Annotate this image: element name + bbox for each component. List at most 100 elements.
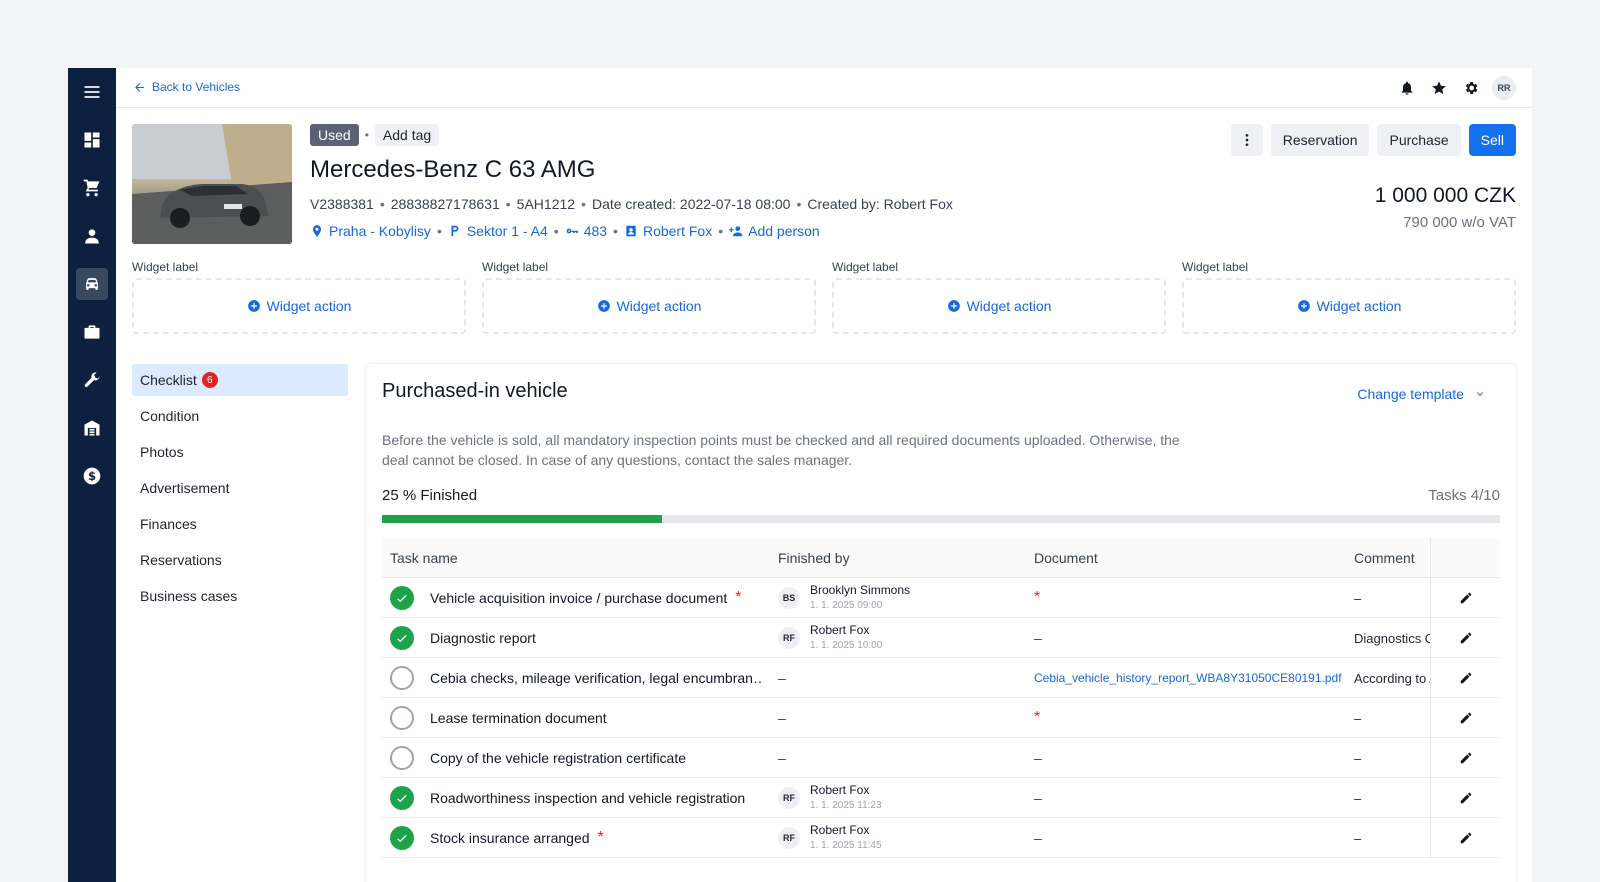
chevron-down-icon — [1477, 392, 1483, 396]
task-name-cell: Roadworthiness inspection and vehicle re… — [430, 778, 762, 818]
nav-item-checklist[interactable]: Checklist 6 — [132, 364, 348, 396]
header-finished-by[interactable]: Finished by — [778, 550, 850, 566]
check-empty-icon[interactable] — [390, 666, 414, 690]
plus-circle-icon — [1297, 300, 1310, 312]
warehouse-icon[interactable] — [76, 412, 108, 444]
check-done-icon[interactable] — [390, 626, 414, 650]
edit-button[interactable] — [1430, 778, 1500, 818]
widget-action-label: Widget action — [1316, 298, 1402, 314]
table-row[interactable]: Roadworthiness inspection and vehicle re… — [382, 778, 1500, 818]
table-row[interactable]: Lease termination document – * – — [382, 698, 1500, 738]
task-status — [390, 618, 416, 658]
vehicle-section-nav: Checklist 6 Condition Photos Advertiseme… — [132, 364, 348, 616]
sell-button[interactable]: Sell — [1468, 124, 1516, 156]
header-task-name[interactable]: Task name — [390, 550, 458, 566]
document-required-asterisk[interactable]: * — [1034, 709, 1040, 727]
purchase-button[interactable]: Purchase — [1377, 124, 1461, 156]
change-template-button[interactable]: Change template — [1357, 386, 1486, 402]
add-tag-button[interactable]: Add tag — [374, 124, 440, 146]
widget-action-button[interactable]: Widget action — [132, 278, 466, 334]
task-name: Lease termination document — [430, 710, 607, 726]
widget: Widget label Widget action — [132, 260, 466, 334]
vehicle-id: V2388381 — [310, 196, 374, 212]
widget-action-label: Widget action — [966, 298, 1052, 314]
edit-button[interactable] — [1430, 618, 1500, 658]
key-link[interactable]: 483 — [565, 223, 607, 239]
task-status — [390, 778, 416, 818]
nav-item-condition[interactable]: Condition — [132, 400, 348, 432]
bell-icon[interactable] — [1396, 77, 1418, 99]
document-cell: – — [1034, 818, 1346, 858]
check-empty-icon[interactable] — [390, 746, 414, 770]
gear-icon[interactable] — [1460, 77, 1482, 99]
table-row[interactable]: Copy of the vehicle registration certifi… — [382, 738, 1500, 778]
vehicle-date-created: Date created: 2022-07-18 08:00 — [591, 196, 791, 212]
cart-icon[interactable] — [76, 172, 108, 204]
table-row[interactable]: Cebia checks, mileage verification, lega… — [382, 658, 1500, 698]
dashboard-icon[interactable] — [76, 124, 108, 156]
document-link[interactable]: Cebia_vehicle_history_report_WBA8Y31050C… — [1034, 671, 1342, 685]
comment-value: – — [1354, 590, 1362, 606]
location-link[interactable]: Praha - Kobylisy — [310, 223, 431, 239]
back-to-vehicles-link[interactable]: Back to Vehicles — [133, 80, 240, 94]
edit-button[interactable] — [1430, 818, 1500, 858]
add-person-link[interactable]: Add person — [729, 223, 820, 239]
star-icon[interactable] — [1428, 77, 1450, 99]
location-label: Praha - Kobylisy — [329, 223, 431, 239]
nav-item-reservations[interactable]: Reservations — [132, 544, 348, 576]
task-status — [390, 578, 416, 618]
finished-date: 1. 1. 2025 09:00 — [810, 600, 883, 611]
header-document[interactable]: Document — [1034, 550, 1098, 566]
widget-action-button[interactable]: Widget action — [832, 278, 1166, 334]
widget-action-button[interactable]: Widget action — [1182, 278, 1516, 334]
document-cell: – — [1034, 778, 1346, 818]
nav-item-business-cases[interactable]: Business cases — [132, 580, 348, 612]
edit-button[interactable] — [1430, 658, 1500, 698]
table-row[interactable]: Stock insurance arranged * RF Robert Fox 1. … — [382, 818, 1500, 858]
dollar-icon[interactable]: $ — [76, 460, 108, 492]
meta-separator: • — [505, 196, 511, 212]
nav-item-finances[interactable]: Finances — [132, 508, 348, 540]
topbar: Back to Vehicles RR — [116, 68, 1532, 108]
edit-button[interactable] — [1430, 698, 1500, 738]
required-asterisk: * — [597, 829, 604, 846]
parking-link[interactable]: Sektor 1 - A4 — [448, 223, 548, 239]
vehicle-photo[interactable] — [132, 124, 292, 244]
nav-item-photos[interactable]: Photos — [132, 436, 348, 468]
progress-bar-fill — [382, 515, 662, 523]
task-name: Vehicle acquisition invoice / purchase d… — [430, 590, 728, 606]
edit-button[interactable] — [1430, 738, 1500, 778]
person-icon[interactable] — [76, 220, 108, 252]
pencil-icon — [1459, 711, 1473, 725]
widget: Widget label Widget action — [1182, 260, 1516, 334]
document-required-asterisk[interactable]: * — [1034, 589, 1040, 607]
widget: Widget label Widget action — [832, 260, 1166, 334]
menu-icon[interactable] — [76, 76, 108, 108]
table-row[interactable]: Diagnostic report RF Robert Fox 1. 1. 2025 … — [382, 618, 1500, 658]
meta-separator: • — [796, 196, 802, 212]
reservation-button[interactable]: Reservation — [1270, 124, 1370, 156]
table-row[interactable]: Vehicle acquisition invoice / purchase d… — [382, 578, 1500, 618]
widget-action-button[interactable]: Widget action — [482, 278, 816, 334]
person-link[interactable]: Robert Fox — [624, 223, 712, 239]
task-name: Copy of the vehicle registration certifi… — [430, 750, 687, 766]
sidebar: $ — [68, 68, 116, 882]
comment-value: – — [1354, 830, 1362, 846]
wrench-icon[interactable] — [76, 364, 108, 396]
check-empty-icon[interactable] — [390, 706, 414, 730]
required-asterisk: * — [735, 589, 742, 606]
check-done-icon[interactable] — [390, 786, 414, 810]
check-done-icon[interactable] — [390, 826, 414, 850]
finisher-name: Brooklyn Simmons — [810, 583, 911, 597]
briefcase-icon[interactable] — [76, 316, 108, 348]
car-icon[interactable] — [76, 268, 108, 300]
header-comment[interactable]: Comment — [1354, 550, 1415, 566]
finished-by-cell: RF Robert Fox 1. 1. 2025 11:45 — [778, 818, 1028, 858]
edit-button[interactable] — [1430, 578, 1500, 618]
user-avatar[interactable]: RR — [1492, 76, 1516, 100]
tag-used[interactable]: Used — [310, 124, 359, 146]
nav-item-advertisement[interactable]: Advertisement — [132, 472, 348, 504]
panel-description: Before the vehicle is sold, all mandator… — [382, 432, 1180, 468]
more-options-button[interactable] — [1230, 124, 1263, 156]
check-done-icon[interactable] — [390, 586, 414, 610]
